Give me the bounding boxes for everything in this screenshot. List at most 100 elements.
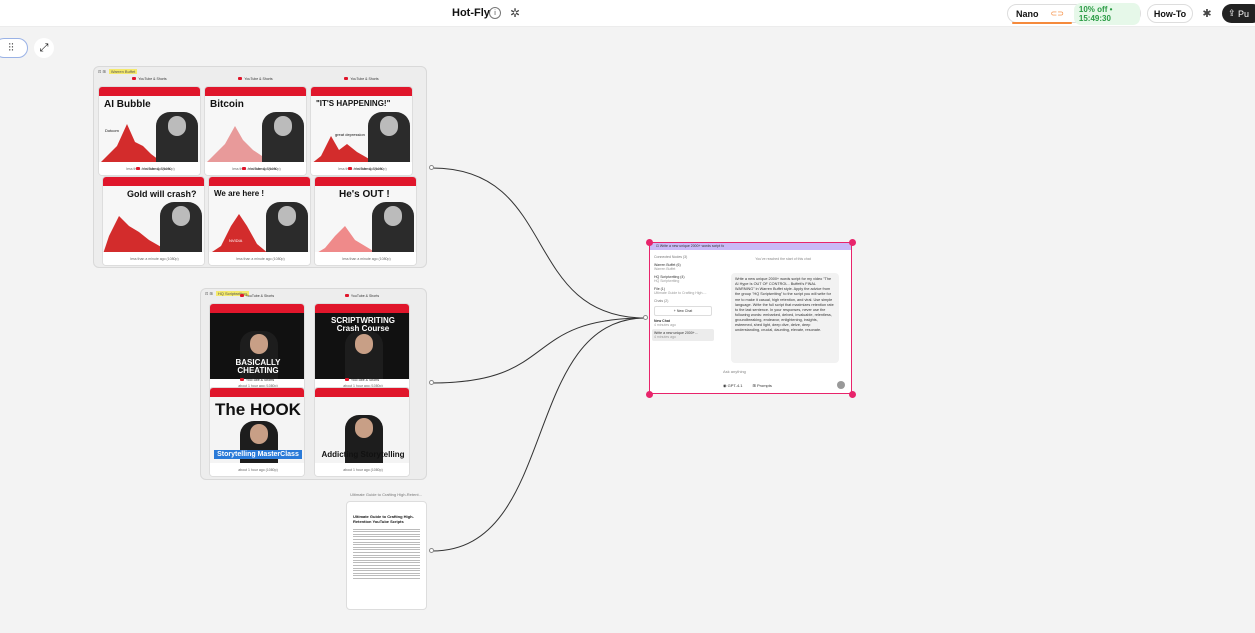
document-node[interactable]: Ultimate Guide to Crafting High-Retentio…	[346, 501, 427, 610]
video-card[interactable]: Bitcoin less than a minute ago (1080p)	[204, 86, 307, 176]
node-sub: Warren Buffet	[654, 267, 676, 271]
thumbnail-headline: Addicting Storytelling	[321, 450, 405, 459]
card-header: YouTube & Shorts	[209, 294, 305, 298]
chat-time: 4 minutes ago	[654, 323, 676, 327]
thumbnail-headline: He's OUT !	[339, 189, 390, 200]
group-output-port[interactable]	[429, 380, 434, 385]
card-toolbar	[103, 177, 204, 186]
new-chat-button[interactable]: + New Chat	[654, 306, 712, 316]
connected-nodes-label: Connected Nodes (3)	[654, 255, 688, 259]
send-button[interactable]	[837, 381, 845, 389]
thumbnail-subtitle: Storytelling MasterClass	[214, 450, 302, 459]
prompts-button[interactable]: ⊞ Prompts	[753, 383, 772, 388]
card-header: YouTube & Shorts	[310, 77, 413, 81]
model-selector[interactable]: ◉ GPT-4.1	[723, 383, 743, 388]
card-header: YouTube & Shorts	[98, 77, 201, 81]
group-output-port[interactable]	[429, 165, 434, 170]
card-footer: about 1 hour ago (1080p)	[315, 463, 409, 476]
chat-header: ⊡ Write a new unique 2000+ words script …	[650, 243, 851, 250]
resize-handle[interactable]	[849, 391, 856, 398]
video-card[interactable]: Gold will crash? less than a minute ago …	[102, 176, 205, 266]
card-header: YouTube & Shorts	[208, 167, 311, 171]
card-footer: less than a minute ago (1080p)	[103, 252, 204, 265]
resize-handle[interactable]	[849, 239, 856, 246]
model-label: GPT-4.1	[727, 383, 743, 388]
thumbnail: We are here ! NVIDIA	[209, 186, 310, 254]
thumbnail: He's OUT !	[315, 186, 416, 254]
person-image	[368, 112, 410, 164]
prompts-label: Prompts	[756, 383, 772, 388]
video-card[interactable]: "IT'S HAPPENING!" great depression less …	[310, 86, 413, 176]
card-toolbar	[315, 177, 416, 186]
connected-node[interactable]: File (1) Ultimate Guide to Crafting High-…	[652, 285, 714, 297]
person-image	[266, 202, 308, 254]
chart-graphic	[311, 136, 371, 164]
video-card[interactable]: AI Bubble Dotcom less than a minute ago …	[98, 86, 201, 176]
card-toolbar	[209, 177, 310, 186]
video-card[interactable]: He's OUT ! less than a minute ago (1080p…	[314, 176, 417, 266]
card-footer: about 1 hour ago (1080p)	[210, 463, 304, 476]
document-label: Ultimate Guide to Crafting High-Retent..…	[350, 492, 422, 497]
thumbnail-headline: Gold will crash?	[127, 189, 197, 199]
person-image	[160, 202, 202, 254]
thumbnail-headline: Bitcoin	[210, 99, 244, 110]
thumbnail-note: Dotcom	[105, 128, 119, 133]
card-header: YouTube & Shorts	[209, 378, 305, 382]
chat-input[interactable]: Ask anything	[717, 365, 849, 378]
chart-graphic	[205, 126, 265, 164]
group-tag: Warren Buffet	[108, 69, 138, 74]
thumbnail-headline: SCRIPTWRITING Crash Course	[331, 316, 395, 333]
thumbnail-headline: "IT'S HAPPENING!"	[316, 99, 391, 108]
thumbnail: The HOOK Storytelling MasterClass	[210, 397, 304, 465]
chart-graphic	[103, 216, 163, 254]
thumbnail-headline: AI Bubble	[104, 99, 151, 110]
chat-title: Write a new unique 2000+ words script fo	[659, 244, 725, 248]
document-output-port[interactable]	[429, 548, 434, 553]
card-toolbar	[315, 388, 409, 397]
thumbnail: AI Bubble Dotcom	[99, 96, 200, 164]
card-toolbar	[210, 388, 304, 397]
card-toolbar	[311, 87, 412, 96]
thumbnail-note: great depression	[335, 132, 365, 137]
connected-node[interactable]: Warren Buffet (6) Warren Buffet	[652, 261, 714, 273]
person-image	[372, 202, 414, 254]
chat-time: 4 minutes ago	[654, 335, 676, 339]
card-footer: less than a minute ago (1080p)	[315, 252, 416, 265]
thumbnail-note: NVIDIA	[229, 238, 243, 243]
chats-label: Chats (2)	[654, 299, 669, 303]
node-sub: HQ Scriptwriting	[654, 279, 680, 283]
group-header: ⊡ ⊞ Warren Buffet	[98, 69, 138, 74]
video-card[interactable]: The HOOK Storytelling MasterClass about …	[209, 387, 305, 477]
chat-list-item[interactable]: New Chat 4 minutes ago	[652, 317, 714, 329]
thumbnail: Addicting Storytelling	[315, 397, 409, 465]
chat-messages: You've reached the start of this chat Wr…	[717, 253, 849, 363]
chat-input-area[interactable]: Ask anything ◉ GPT-4.1 ⊞ Prompts	[717, 365, 849, 392]
chat-node[interactable]: ⊡ Write a new unique 2000+ words script …	[649, 242, 852, 394]
chat-start-note: You've reached the start of this chat	[755, 257, 811, 261]
card-toolbar	[205, 87, 306, 96]
thumbnail-headline: BASICALLY CHEATING	[235, 358, 281, 375]
person-image	[156, 112, 198, 164]
person-image	[345, 331, 383, 381]
user-message: Write a new unique 2000+ words script fo…	[731, 273, 839, 363]
thumbnail-headline: The HOOK	[215, 400, 301, 419]
resize-handle[interactable]	[646, 239, 653, 246]
chart-graphic	[315, 226, 375, 254]
chat-input-port[interactable]	[643, 315, 648, 320]
card-header: YouTube & Shorts	[204, 77, 307, 81]
thumbnail: SCRIPTWRITING Crash Course	[315, 313, 409, 381]
chat-list-item[interactable]: Write a new unique 2000+... 4 minutes ago	[652, 329, 714, 341]
video-card[interactable]: Addicting Storytelling about 1 hour ago …	[314, 387, 410, 477]
thumbnail: Gold will crash?	[103, 186, 204, 254]
card-header: YouTube & Shorts	[102, 167, 205, 171]
resize-handle[interactable]	[646, 391, 653, 398]
connected-node[interactable]: HQ Scriptwriting (4) HQ Scriptwriting	[652, 273, 714, 285]
card-toolbar	[99, 87, 200, 96]
document-title: Ultimate Guide to Crafting High-Retentio…	[353, 514, 414, 524]
card-footer: less than a minute ago (1080p)	[209, 252, 310, 265]
card-toolbar	[315, 304, 409, 313]
thumbnail: BASICALLY CHEATING	[210, 313, 304, 381]
chat-sidebar: Connected Nodes (3) Warren Buffet (6) War…	[652, 253, 714, 365]
node-sub: Ultimate Guide to Crafting High-...	[654, 291, 707, 295]
video-card[interactable]: We are here ! NVIDIA less than a minute …	[208, 176, 311, 266]
